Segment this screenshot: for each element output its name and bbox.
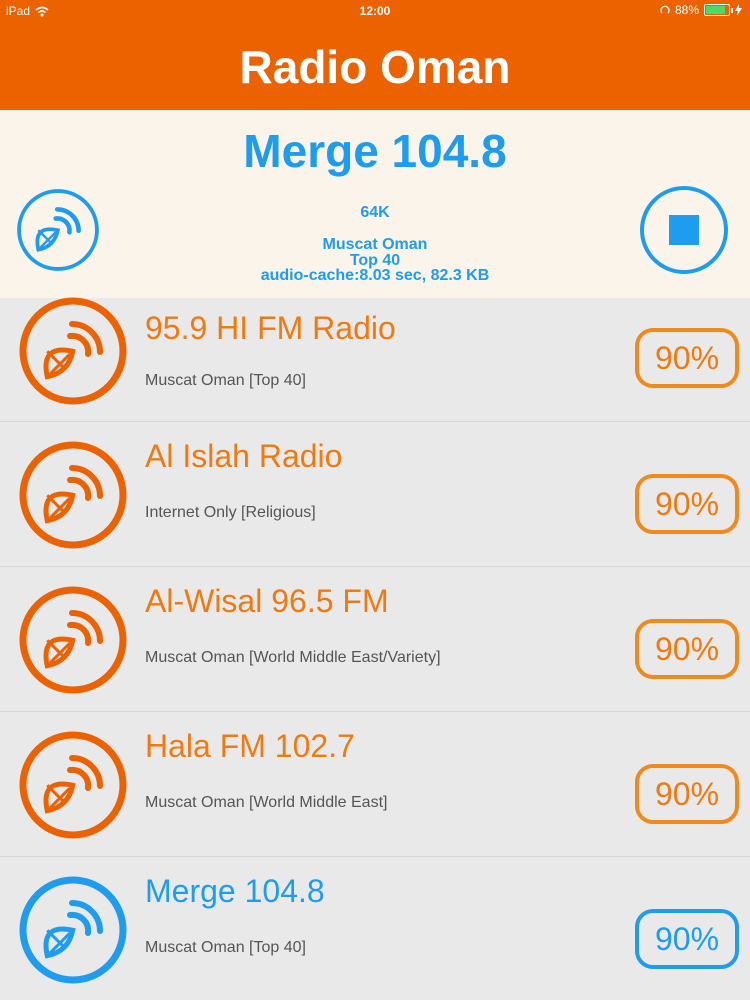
alarm-icon — [660, 5, 670, 14]
radio-signal-icon — [18, 440, 128, 550]
station-description: Muscat Oman [Top 40] — [145, 939, 306, 956]
app-title: Radio Oman — [239, 41, 511, 93]
station-name: Merge 104.8 — [145, 873, 325, 909]
quality-badge: 90% — [635, 764, 739, 824]
radio-signal-icon — [18, 730, 128, 840]
station-list: 95.9 HI FM Radio Muscat Oman [Top 40] 90… — [0, 298, 750, 1000]
status-bar: iPad 12:00 88% — [0, 0, 750, 22]
station-row-active[interactable]: Merge 104.8 Muscat Oman [Top 40] 90% — [0, 857, 750, 1000]
quality-badge: 90% — [635, 474, 739, 534]
now-playing-cache: audio-cache:8.03 sec, 82.3 KB — [260, 267, 490, 284]
battery-percent: 88% — [674, 3, 699, 17]
quality-badge: 90% — [635, 909, 739, 969]
station-row[interactable]: Al Islah Radio Internet Only [Religious]… — [0, 422, 750, 567]
station-description: Internet Only [Religious] — [145, 504, 316, 521]
battery-fill — [706, 6, 726, 14]
station-description: Muscat Oman [World Middle East/Variety] — [145, 649, 441, 666]
now-playing-title: Merge 104.8 — [243, 125, 507, 177]
stop-icon — [669, 215, 699, 245]
station-row[interactable]: 95.9 HI FM Radio Muscat Oman [Top 40] 90… — [0, 298, 750, 422]
station-description: Muscat Oman [World Middle East] — [145, 794, 388, 811]
radio-signal-icon — [18, 296, 128, 406]
radio-signal-icon — [18, 585, 128, 695]
station-row[interactable]: Al-Wisal 96.5 FM Muscat Oman [World Midd… — [0, 567, 750, 712]
quality-badge: 90% — [635, 328, 739, 388]
status-time: 12:00 — [359, 4, 391, 18]
station-name: Al Islah Radio — [145, 438, 343, 474]
now-playing-bitrate: 64K — [360, 204, 390, 221]
charging-icon — [735, 4, 742, 16]
station-description: Muscat Oman [Top 40] — [145, 372, 306, 389]
status-right: 88% — [660, 3, 742, 17]
station-name: 95.9 HI FM Radio — [145, 310, 396, 346]
station-name: Al-Wisal 96.5 FM — [145, 583, 389, 619]
station-row[interactable]: Hala FM 102.7 Muscat Oman [World Middle … — [0, 712, 750, 857]
nav-bar: Radio Oman — [0, 22, 750, 110]
quality-badge: 90% — [635, 619, 739, 679]
radio-signal-icon — [18, 875, 128, 985]
battery-icon — [704, 4, 733, 16]
now-playing-panel: Merge 104.8 64K Muscat Oman Top 40 audio… — [0, 110, 750, 298]
station-name: Hala FM 102.7 — [145, 728, 355, 764]
stop-button[interactable] — [640, 186, 728, 274]
